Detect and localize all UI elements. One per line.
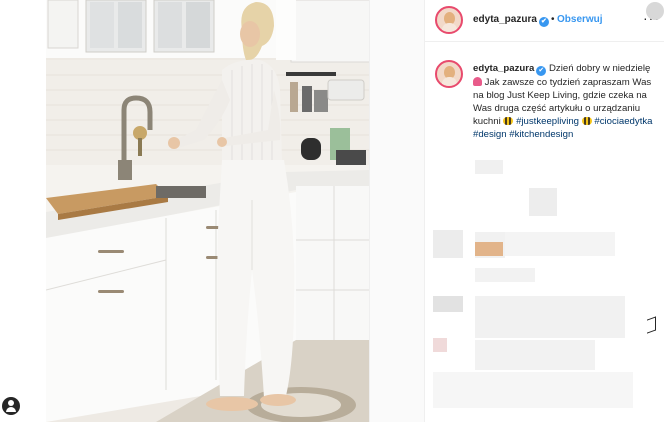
close-icon[interactable] <box>646 2 664 20</box>
caption-username[interactable]: edyta_pazura <box>473 63 534 74</box>
verified-icon: ✔ <box>538 17 549 27</box>
hashtag-link[interactable]: #justkeepliving <box>516 116 579 127</box>
kitchen-photo <box>46 0 369 422</box>
author-username[interactable]: edyta_pazura ✔ <box>473 14 549 27</box>
caption-avatar[interactable] <box>435 60 463 88</box>
follow-button[interactable]: Obserwuj <box>557 14 603 25</box>
author-username-text[interactable]: edyta_pazura <box>473 14 537 25</box>
caption-text-1: Dzień dobry w niedzielę <box>549 63 651 74</box>
post-image[interactable] <box>46 0 370 422</box>
profile-icon[interactable] <box>2 397 20 415</box>
caption: edyta_pazura ✔ Dzień dobry w niedzielę Ja… <box>473 62 661 141</box>
hashtag-link[interactable]: #ciociaedytka <box>594 116 652 127</box>
left-gutter <box>0 0 46 422</box>
verified-icon: ✔ <box>536 66 547 76</box>
tulip-emoji-icon <box>473 77 482 86</box>
post-header: edyta_pazura✔ • Obserwuj ··· <box>425 0 664 42</box>
author-avatar[interactable] <box>435 6 463 34</box>
bee-emoji-icon <box>503 117 514 125</box>
post-side-panel: edyta_pazura✔ • Obserwuj ··· edyta_pazur… <box>424 0 664 422</box>
separator-dot: • <box>551 14 555 25</box>
hashtag-link[interactable]: #kitchendesign <box>509 129 573 140</box>
bee-emoji-icon <box>581 117 592 125</box>
hashtag-link[interactable]: #design <box>473 129 507 140</box>
